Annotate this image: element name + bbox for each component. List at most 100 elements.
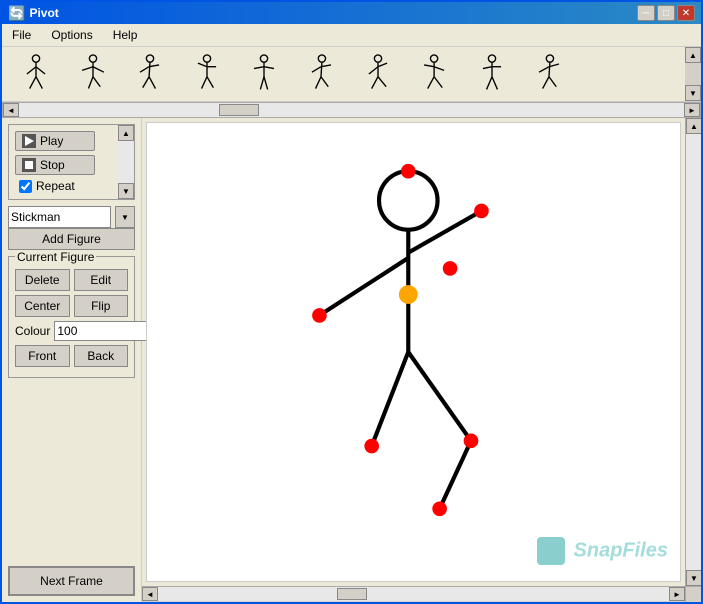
- close-button[interactable]: ✕: [677, 5, 695, 21]
- toolbar: ▲ ▼: [2, 47, 701, 102]
- playback-inner: Play Stop Repeat: [15, 131, 128, 193]
- maximize-button[interactable]: □: [657, 5, 675, 21]
- play-label: Play: [40, 134, 63, 148]
- play-triangle: [25, 136, 34, 146]
- repeat-label: Repeat: [36, 179, 75, 193]
- toolbar-scroll-down[interactable]: ▼: [685, 85, 701, 101]
- toolbar-stickman-9[interactable]: [464, 52, 519, 97]
- vscroll-down[interactable]: ▼: [686, 570, 701, 586]
- vscroll-track[interactable]: [686, 134, 701, 570]
- right-scrollbar: ▲ ▼: [685, 118, 701, 586]
- bscroll-thumb[interactable]: [337, 588, 367, 600]
- front-button[interactable]: Front: [15, 345, 70, 367]
- stickman-icon-4: [187, 54, 227, 94]
- canvas-and-scrollbar: SnapFiles ▲ ▼: [142, 118, 701, 586]
- delete-edit-row: Delete Edit: [15, 269, 128, 291]
- toolbar-stickman-7[interactable]: [350, 52, 405, 97]
- toolbar-stickman-3[interactable]: [122, 52, 177, 97]
- figure-select-row: Stickman ▼: [8, 206, 135, 228]
- stickman-icon-5: [244, 54, 284, 94]
- toolbar-scrollbar: ▲ ▼: [685, 47, 701, 101]
- current-figure-group: Current Figure Delete Edit Center Flip C…: [8, 256, 135, 378]
- title-bar: 🔄 Pivot ─ □ ✕: [2, 2, 701, 24]
- stickman-icon-6: [301, 54, 341, 94]
- menu-bar: File Options Help: [2, 24, 701, 47]
- main-area: Play Stop Repeat ▲: [2, 118, 701, 602]
- stop-square: [25, 161, 33, 169]
- stickman-icon-3: [130, 54, 170, 94]
- toolbar-stickman-2[interactable]: [65, 52, 120, 97]
- menu-options[interactable]: Options: [45, 26, 98, 44]
- toolbar-stickman-10[interactable]: [521, 52, 576, 97]
- stop-icon: [22, 158, 36, 172]
- stickman-icon-9: [472, 54, 512, 94]
- ps-track: [118, 141, 134, 183]
- ps-up[interactable]: ▲: [118, 125, 134, 141]
- figure-dropdown[interactable]: Stickman: [8, 206, 111, 228]
- minimize-button[interactable]: ─: [637, 5, 655, 21]
- canvas-content: SnapFiles: [147, 123, 680, 581]
- stickman-icon-1: [16, 54, 56, 94]
- ps-down[interactable]: ▼: [118, 183, 134, 199]
- window-title: Pivot: [29, 6, 58, 20]
- bscroll-track[interactable]: [158, 587, 669, 601]
- vscroll-up[interactable]: ▲: [686, 118, 701, 134]
- watermark: SnapFiles: [537, 537, 668, 565]
- front-back-row: Front Back: [15, 345, 128, 367]
- next-frame-label: Next Frame: [40, 574, 103, 588]
- next-frame-button[interactable]: Next Frame: [8, 566, 135, 596]
- stickman-icon-2: [73, 54, 113, 94]
- toolbar-hscroll-left[interactable]: ◄: [3, 103, 19, 117]
- menu-help[interactable]: Help: [107, 26, 144, 44]
- figure-selector: Stickman ▼ Add Figure: [8, 206, 135, 250]
- app-icon: 🔄: [8, 5, 25, 22]
- stickman-icon-8: [415, 54, 455, 94]
- left-panel: Play Stop Repeat ▲: [2, 118, 142, 602]
- toolbar-stickman-5[interactable]: [236, 52, 291, 97]
- bscroll-right[interactable]: ►: [669, 587, 685, 601]
- toolbar-stickman-6[interactable]: [293, 52, 348, 97]
- toolbar-hscroll-right[interactable]: ►: [684, 103, 700, 117]
- toolbar-stickman-4[interactable]: [179, 52, 234, 97]
- watermark-icon: [537, 537, 565, 565]
- bottom-scroll: ◄ ►: [142, 586, 701, 602]
- watermark-text: SnapFiles: [574, 540, 668, 562]
- stickman-canvas: [147, 123, 680, 581]
- playback-scrollbar: ▲ ▼: [118, 125, 134, 199]
- toolbar-scroll-up[interactable]: ▲: [685, 47, 701, 63]
- stop-button[interactable]: Stop: [15, 155, 95, 175]
- play-button[interactable]: Play: [15, 131, 95, 151]
- title-buttons: ─ □ ✕: [637, 5, 695, 21]
- menu-file[interactable]: File: [6, 26, 37, 44]
- toolbar-hscroll: ◄ ►: [2, 102, 701, 118]
- flip-button[interactable]: Flip: [74, 295, 129, 317]
- canvas-area[interactable]: SnapFiles: [146, 122, 681, 582]
- colour-row: Colour 100 ▲ ▼: [15, 321, 128, 341]
- current-figure-label: Current Figure: [15, 250, 96, 264]
- scroll-corner: [685, 587, 701, 602]
- repeat-checkbox[interactable]: [19, 180, 32, 193]
- toolbar-stickman-1[interactable]: [8, 52, 63, 97]
- toolbar-hscroll-track[interactable]: [19, 103, 684, 117]
- stop-label: Stop: [40, 158, 65, 172]
- play-icon: [22, 134, 36, 148]
- stickman-icon-7: [358, 54, 398, 94]
- bscroll-left[interactable]: ◄: [142, 587, 158, 601]
- center-button[interactable]: Center: [15, 295, 70, 317]
- toolbar-stickman-8[interactable]: [407, 52, 462, 97]
- main-window: 🔄 Pivot ─ □ ✕ File Options Help: [0, 0, 703, 604]
- toolbar-hscroll-thumb[interactable]: [219, 104, 259, 116]
- playback-group: Play Stop Repeat ▲: [8, 124, 135, 200]
- delete-button[interactable]: Delete: [15, 269, 70, 291]
- add-figure-label: Add Figure: [42, 232, 101, 246]
- back-button[interactable]: Back: [74, 345, 129, 367]
- title-bar-left: 🔄 Pivot: [8, 5, 59, 22]
- edit-button[interactable]: Edit: [74, 269, 129, 291]
- canvas-wrapper: SnapFiles ▲ ▼ ◄ ►: [142, 118, 701, 602]
- center-flip-row: Center Flip: [15, 295, 128, 317]
- stickman-icon-10: [529, 54, 569, 94]
- add-figure-button[interactable]: Add Figure: [8, 228, 135, 250]
- dropdown-arrow[interactable]: ▼: [115, 206, 135, 228]
- repeat-row: Repeat: [15, 179, 128, 193]
- spacer: [8, 384, 135, 560]
